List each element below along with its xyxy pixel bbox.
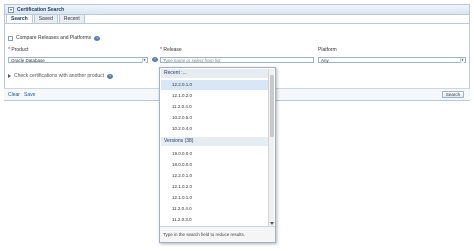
list-item[interactable]: 11.2.0.4.0: [161, 102, 269, 112]
list-item[interactable]: 12.1.0.1.0: [161, 193, 269, 203]
clear-link[interactable]: Clear: [8, 92, 20, 98]
dropdown-scrollbar[interactable]: [268, 69, 274, 226]
recent-header: Recent :...: [161, 69, 269, 78]
panel-title: Certification Search: [17, 6, 65, 13]
release-label: * Release: [160, 47, 182, 53]
platform-select[interactable]: Any ▼: [318, 57, 466, 63]
collapse-icon[interactable]: [8, 6, 14, 13]
compare-checkbox[interactable]: [8, 35, 13, 41]
release-dropdown: Recent :... 12.2.0.1.0 12.1.0.2.0 11.2.0…: [159, 67, 276, 243]
list-item[interactable]: 10.2.0.4.0: [161, 124, 269, 134]
scroll-thumb[interactable]: [270, 75, 274, 137]
release-input[interactable]: Type name or select from list: [160, 57, 314, 63]
list-item[interactable]: 12.1.0.2.0: [161, 182, 269, 192]
compare-row: Compare Releases and Platforms ?: [8, 35, 101, 41]
list-item[interactable]: 18.0.0.0.0: [161, 160, 269, 170]
compare-label: Compare Releases and Platforms: [16, 35, 92, 41]
tab-divider: [4, 23, 470, 24]
tab-search[interactable]: Search: [6, 14, 33, 23]
versions-header: Versions (38): [161, 137, 269, 146]
tab-bar: Search Saved Recent: [6, 14, 86, 23]
save-link[interactable]: Save: [24, 92, 35, 98]
search-button[interactable]: Search: [442, 91, 464, 98]
list-item[interactable]: 12.2.0.1.0: [161, 80, 269, 90]
list-item[interactable]: 19.0.0.0.0: [161, 149, 269, 159]
list-item[interactable]: 12.1.0.2.0: [161, 91, 269, 101]
tab-recent[interactable]: Recent: [58, 14, 85, 23]
chevron-down-icon[interactable]: ▼: [142, 58, 146, 63]
help-icon[interactable]: ?: [94, 35, 101, 41]
help-icon[interactable]: ?: [152, 57, 158, 62]
expand-icon: [8, 74, 11, 78]
tab-saved[interactable]: Saved: [33, 14, 58, 23]
platform-value: Any: [321, 58, 329, 63]
help-icon[interactable]: ?: [107, 73, 114, 79]
check-another-product[interactable]: Check certifications with another produc…: [8, 73, 114, 79]
dropdown-hint: Type in the search field to reduce resul…: [160, 226, 275, 242]
scroll-down-icon[interactable]: [270, 222, 274, 225]
product-select[interactable]: Oracle Database ▼: [8, 57, 148, 63]
check-another-label: Check certifications with another produc…: [14, 73, 105, 79]
product-label: * Product: [8, 47, 29, 53]
list-item[interactable]: 11.2.0.4.0: [161, 204, 269, 214]
list-item[interactable]: 10.2.0.5.0: [161, 113, 269, 123]
list-item[interactable]: 11.2.0.3.0: [161, 215, 269, 225]
chevron-down-icon[interactable]: ▼: [460, 58, 464, 63]
list-item[interactable]: 12.2.0.1.0: [161, 171, 269, 181]
platform-label: Platform: [318, 47, 337, 53]
product-value: Oracle Database: [11, 58, 45, 63]
